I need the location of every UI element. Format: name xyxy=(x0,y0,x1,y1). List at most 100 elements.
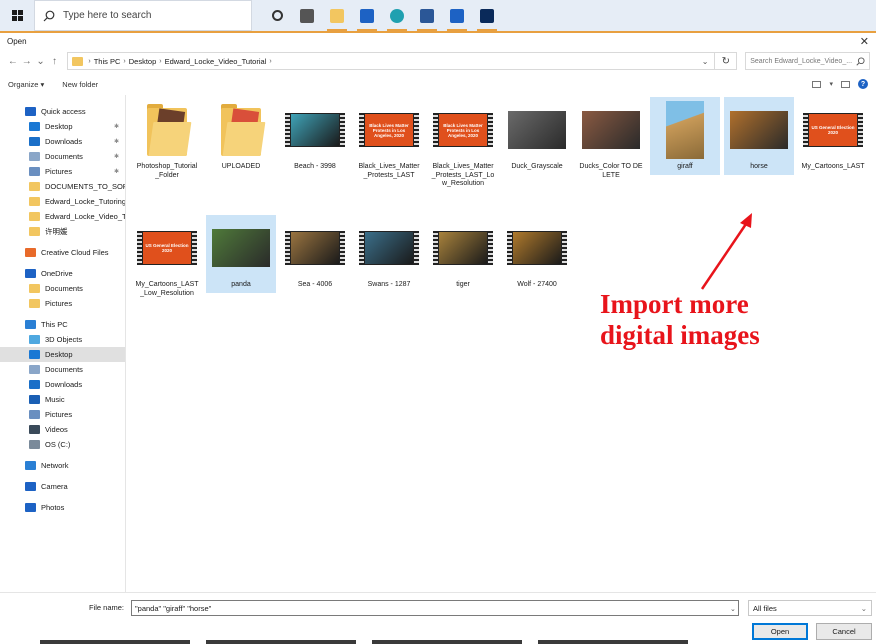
sidebar-item-label: Documents xyxy=(45,284,83,293)
sidebar-item-edward-locke-video-tu[interactable]: Edward_Locke_Video_Tu xyxy=(0,209,125,224)
sidebar-item-creative-cloud-files[interactable]: Creative Cloud Files xyxy=(0,245,125,260)
file-item[interactable]: Black Lives Matter Protests in Los Angel… xyxy=(428,97,498,192)
file-item[interactable]: Wolf - 27400 xyxy=(502,215,572,293)
change-view-icon[interactable] xyxy=(812,80,822,88)
file-item[interactable]: Photoshop_Tutorial_Folder xyxy=(132,97,202,183)
address-row: ← → ⌄ ↑ › This PC › Desktop › Edward_Loc… xyxy=(0,49,876,73)
sidebar-item-music[interactable]: Music xyxy=(0,392,125,407)
file-item[interactable]: Duck_Grayscale xyxy=(502,97,572,175)
breadcrumb-current-folder[interactable]: Edward_Locke_Video_Tutorial xyxy=(165,57,267,66)
recent-locations-chevron-icon[interactable]: ⌄ xyxy=(34,56,48,67)
file-item[interactable]: tiger xyxy=(428,215,498,293)
sidebar-item-downloads[interactable]: Downloads xyxy=(0,377,125,392)
music-icon xyxy=(29,395,40,404)
sidebar-item-videos[interactable]: Videos xyxy=(0,422,125,437)
widgets-taskbar-button[interactable] xyxy=(292,0,322,31)
dialog-title: Open xyxy=(7,36,27,46)
file-item[interactable]: US General Election 2020 My_Cartoons_LAST… xyxy=(132,215,202,301)
organize-button[interactable]: Organize ▾ xyxy=(8,80,44,89)
sidebar-item-downloads[interactable]: Downloads ✱ xyxy=(0,134,125,149)
photos-taskbar-button[interactable] xyxy=(442,0,472,31)
sidebar-item-pictures[interactable]: Pictures ✱ xyxy=(0,164,125,179)
sidebar-item-documents-to-sort[interactable]: DOCUMENTS_TO_SORT xyxy=(0,179,125,194)
forward-arrow-icon[interactable]: → xyxy=(20,56,34,67)
videos-icon xyxy=(29,425,40,434)
file-item[interactable]: Swans - 1287 xyxy=(354,215,424,293)
cancel-button[interactable]: Cancel xyxy=(816,623,872,640)
back-arrow-icon[interactable]: ← xyxy=(6,56,20,67)
sidebar-item-pictures[interactable]: Pictures xyxy=(0,296,125,311)
sidebar-item-pictures[interactable]: Pictures xyxy=(0,407,125,422)
file-name: tiger xyxy=(456,281,470,288)
address-dropdown-icon[interactable]: ⌄ xyxy=(702,57,709,66)
video-thumbnail: US General Election 2020 xyxy=(803,100,863,160)
sidebar-item-documents[interactable]: Documents ✱ xyxy=(0,149,125,164)
sidebar-item-this-pc[interactable]: This PC xyxy=(0,317,125,332)
navigation-pane: Quick access Desktop ✱ Downloads ✱ Documents ✱… xyxy=(0,95,126,592)
help-icon[interactable]: ? xyxy=(858,79,868,89)
breadcrumb-separator: › xyxy=(123,57,126,65)
address-bar[interactable]: › This PC › Desktop › Edward_Locke_Video… xyxy=(67,52,716,70)
task-view-taskbar-button[interactable] xyxy=(262,0,292,31)
pictures-icon xyxy=(29,410,40,419)
sidebar-item-camera[interactable]: Camera xyxy=(0,479,125,494)
word-taskbar-button[interactable] xyxy=(412,0,442,31)
open-button[interactable]: Open xyxy=(752,623,808,640)
sidebar-item-3d-objects[interactable]: 3D Objects xyxy=(0,332,125,347)
sidebar-item-desktop[interactable]: Desktop ✱ xyxy=(0,119,125,134)
sidebar-item-label: Music xyxy=(45,395,65,404)
sidebar-item-onedrive[interactable]: OneDrive xyxy=(0,266,125,281)
mail-taskbar-button[interactable] xyxy=(352,0,382,31)
file-type-select[interactable]: All files ⌄ xyxy=(748,600,872,616)
preview-pane-icon[interactable] xyxy=(841,80,850,88)
network-icon xyxy=(25,461,36,470)
file-item[interactable]: UPLOADED xyxy=(206,97,276,175)
file-name: Duck_Grayscale xyxy=(511,163,563,170)
file-item[interactable]: giraff xyxy=(650,97,720,175)
refresh-icon[interactable]: ↻ xyxy=(715,52,738,70)
taskbar-search-placeholder: Type here to search xyxy=(63,10,152,21)
file-name-input[interactable]: "panda" "giraff" "horse" xyxy=(131,600,739,616)
sidebar-item-label: 3D Objects xyxy=(45,335,83,344)
breadcrumb-desktop[interactable]: Desktop xyxy=(129,57,157,66)
sidebar-item-desktop[interactable]: Desktop xyxy=(0,347,125,362)
view-dropdown-icon[interactable]: ▾ xyxy=(829,80,833,88)
file-explorer-taskbar-button[interactable] xyxy=(322,0,352,31)
file-item[interactable]: Sea - 4006 xyxy=(280,215,350,293)
file-item[interactable]: US General Election 2020 My_Cartoons_LAST xyxy=(798,97,868,175)
annotation-text: Import more digital images xyxy=(600,289,760,351)
sidebar-item-label: Pictures xyxy=(45,410,73,419)
folder-search-input[interactable]: Search Edward_Locke_Video_... xyxy=(745,52,870,70)
sidebar-item-quick-access[interactable]: Quick access xyxy=(0,104,125,119)
file-item[interactable]: horse xyxy=(724,97,794,175)
taskbar-search[interactable]: Type here to search xyxy=(34,0,252,31)
sidebar-item-edward-locke-tutoring[interactable]: Edward_Locke_Tutoring xyxy=(0,194,125,209)
edge-taskbar-button[interactable] xyxy=(382,0,412,31)
video-thumbnail: Black Lives Matter Protests in Los Angel… xyxy=(433,100,493,160)
sidebar-item-documents[interactable]: Documents xyxy=(0,281,125,296)
file-name: Swans - 1287 xyxy=(367,281,411,288)
sidebar-item-[interactable]: 许明媛 xyxy=(0,224,125,239)
breadcrumb-separator: › xyxy=(269,57,272,65)
file-item[interactable]: panda xyxy=(206,215,276,293)
sidebar-item-photos[interactable]: Photos xyxy=(0,500,125,515)
start-button[interactable] xyxy=(0,0,34,31)
file-name-dropdown-icon[interactable]: ⌄ xyxy=(730,605,736,613)
search-icon xyxy=(856,56,865,66)
star-icon xyxy=(25,107,36,116)
up-arrow-icon[interactable]: ↑ xyxy=(48,56,62,67)
file-item[interactable]: Black Lives Matter Protests in Los Angel… xyxy=(354,97,424,183)
sidebar-item-network[interactable]: Network xyxy=(0,458,125,473)
sidebar-item-documents[interactable]: Documents xyxy=(0,362,125,377)
sidebar-item-os-c[interactable]: OS (C:) xyxy=(0,437,125,452)
sidebar-item-label: Edward_Locke_Tutoring xyxy=(45,197,125,206)
file-name: panda xyxy=(231,281,251,288)
file-item[interactable]: Beach - 3998 xyxy=(280,97,350,175)
new-folder-button[interactable]: New folder xyxy=(62,80,98,89)
close-icon[interactable]: ✕ xyxy=(860,35,869,48)
breadcrumb-this-pc[interactable]: This PC xyxy=(94,57,121,66)
folder-icon xyxy=(29,299,40,308)
photoshop-taskbar-button[interactable] xyxy=(472,0,502,31)
sidebar-item-label: Edward_Locke_Video_Tu xyxy=(45,212,125,221)
file-item[interactable]: Ducks_Color TO DELETE xyxy=(576,97,646,183)
